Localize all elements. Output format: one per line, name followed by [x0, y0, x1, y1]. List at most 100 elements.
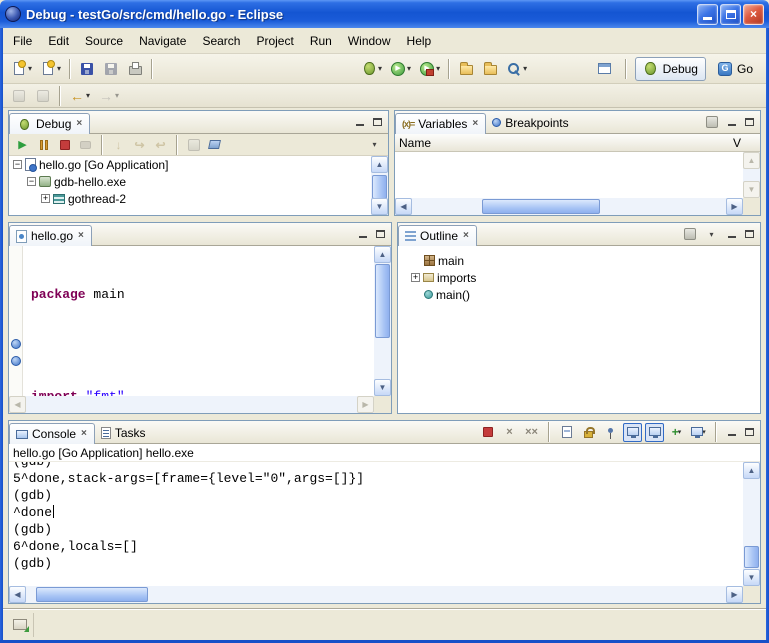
- scroll-down-icon[interactable]: ▼: [743, 569, 760, 586]
- step-into-button[interactable]: ↓: [109, 135, 128, 154]
- suspend-button[interactable]: [34, 135, 53, 154]
- maximize-view-button[interactable]: [370, 115, 385, 130]
- window-close-button[interactable]: ×: [743, 4, 764, 25]
- scroll-right-icon[interactable]: ▶: [726, 586, 743, 603]
- instruction-pointer-icon[interactable]: [11, 356, 21, 366]
- scrollbar-thumb[interactable]: [744, 546, 759, 568]
- step-filters-button[interactable]: [205, 135, 224, 154]
- scroll-lock-button[interactable]: [579, 423, 598, 442]
- tab-breakpoints[interactable]: Breakpoints: [486, 112, 574, 133]
- outline-item-imports[interactable]: + imports: [398, 269, 760, 286]
- menu-file[interactable]: File: [5, 31, 40, 51]
- code-line[interactable]: package main: [31, 286, 374, 303]
- run-launch-button[interactable]: ▶▾: [386, 58, 415, 80]
- column-value[interactable]: V: [733, 136, 741, 150]
- menu-search[interactable]: Search: [194, 31, 248, 51]
- scrollbar-thumb[interactable]: [36, 587, 148, 602]
- minimize-view-button[interactable]: [724, 227, 739, 242]
- maximize-view-button[interactable]: [742, 227, 757, 242]
- disconnect-button[interactable]: [76, 135, 95, 154]
- display-console-button[interactable]: +▾: [667, 423, 686, 442]
- window-maximize-button[interactable]: [720, 4, 741, 25]
- editor-vertical-scrollbar[interactable]: ▲ ▼: [374, 246, 391, 396]
- console-horizontal-scrollbar[interactable]: ◀ ▶: [9, 586, 760, 603]
- editor-horizontal-scrollbar[interactable]: ◀ ▶: [9, 396, 391, 413]
- remove-all-launches-button[interactable]: ××: [522, 423, 541, 442]
- scroll-down-icon[interactable]: ▼: [371, 198, 388, 215]
- scroll-up-icon[interactable]: ▲: [374, 246, 391, 263]
- clear-console-button[interactable]: [557, 423, 576, 442]
- terminate-console-button[interactable]: [478, 423, 497, 442]
- console-vertical-scrollbar[interactable]: ▲ ▼: [743, 462, 760, 586]
- scroll-left-icon[interactable]: ◀: [9, 586, 26, 603]
- resume-button[interactable]: ▶: [13, 135, 32, 154]
- code-line[interactable]: import "fmt": [31, 388, 374, 396]
- tab-close-icon[interactable]: ×: [471, 119, 479, 129]
- tab-variables[interactable]: (x)= Variables ×: [395, 113, 486, 134]
- show-stdout-button[interactable]: [623, 423, 642, 442]
- menu-window[interactable]: Window: [340, 31, 399, 51]
- next-annotation-button[interactable]: [7, 85, 31, 107]
- editor-marker-bar[interactable]: [9, 246, 23, 396]
- open-resource-button[interactable]: [454, 58, 478, 80]
- scroll-left-icon[interactable]: ◀: [395, 198, 412, 215]
- tab-console[interactable]: Console ×: [9, 423, 95, 444]
- back-button[interactable]: ←▾: [65, 85, 94, 107]
- external-tools-button[interactable]: ▶▾: [415, 58, 444, 80]
- variables-vertical-scrollbar[interactable]: ▲ ▼: [743, 152, 760, 198]
- column-name[interactable]: Name: [399, 136, 431, 150]
- scrollbar-thumb[interactable]: [375, 264, 390, 338]
- pin-console-button[interactable]: [601, 423, 620, 442]
- menu-edit[interactable]: Edit: [40, 31, 77, 51]
- maximize-view-button[interactable]: [742, 425, 757, 440]
- tab-editor-hello-go[interactable]: hello.go ×: [9, 225, 92, 246]
- step-over-button[interactable]: ↪: [130, 135, 149, 154]
- tab-close-icon[interactable]: ×: [75, 119, 83, 129]
- scrollbar-thumb[interactable]: [372, 175, 387, 199]
- debug-vertical-scrollbar[interactable]: ▲ ▼: [371, 156, 388, 215]
- scrollbar-thumb[interactable]: [482, 199, 600, 214]
- maximize-view-button[interactable]: [373, 227, 388, 242]
- expand-expander-icon[interactable]: +: [411, 273, 420, 282]
- breakpoint-marker-icon[interactable]: [11, 339, 21, 349]
- maximize-view-button[interactable]: [742, 115, 757, 130]
- open-file-button[interactable]: [478, 58, 502, 80]
- new-go-element-button[interactable]: ▾: [36, 58, 65, 80]
- scroll-right-icon[interactable]: ▶: [726, 198, 743, 215]
- tab-close-icon[interactable]: ×: [462, 231, 470, 241]
- menu-navigate[interactable]: Navigate: [131, 31, 194, 51]
- menu-help[interactable]: Help: [399, 31, 440, 51]
- save-all-button[interactable]: [99, 58, 123, 80]
- menu-source[interactable]: Source: [77, 31, 131, 51]
- scroll-down-icon[interactable]: ▼: [374, 379, 391, 396]
- tree-row[interactable]: − hello.go [Go Application]: [9, 156, 388, 173]
- collapse-all-button[interactable]: [702, 113, 721, 132]
- show-stderr-button[interactable]: [645, 423, 664, 442]
- collapse-expander-icon[interactable]: −: [13, 160, 22, 169]
- code-area[interactable]: package main import "fmt" func main() { …: [23, 246, 374, 396]
- console-output[interactable]: (gdb) 5^done,stack-args=[frame={level="0…: [9, 462, 743, 586]
- debug-launch-button[interactable]: ▾: [357, 58, 386, 80]
- collapse-expander-icon[interactable]: −: [27, 177, 36, 186]
- tree-row[interactable]: − gdb-hello.exe: [9, 173, 388, 190]
- terminate-button[interactable]: [55, 135, 74, 154]
- open-perspective-button[interactable]: [593, 58, 617, 80]
- debug-view-menu-button[interactable]: ▾: [365, 135, 384, 154]
- scroll-up-icon[interactable]: ▲: [371, 156, 388, 173]
- variables-horizontal-scrollbar[interactable]: ◀ ▶: [395, 198, 760, 215]
- expand-expander-icon[interactable]: +: [41, 194, 50, 203]
- tab-close-icon[interactable]: ×: [80, 429, 88, 439]
- tab-tasks[interactable]: Tasks: [95, 422, 152, 443]
- search-button[interactable]: ▾: [502, 58, 531, 80]
- window-minimize-button[interactable]: [697, 4, 718, 25]
- drop-to-frame-button[interactable]: [184, 135, 203, 154]
- outline-view-menu-button[interactable]: ▾: [702, 225, 721, 244]
- remove-launch-button[interactable]: ×: [500, 423, 519, 442]
- save-button[interactable]: [75, 58, 99, 80]
- perspective-debug-button[interactable]: Debug: [635, 57, 706, 81]
- step-return-button[interactable]: ↩: [151, 135, 170, 154]
- scroll-up-icon[interactable]: ▲: [743, 462, 760, 479]
- fast-view-icon[interactable]: [13, 619, 27, 630]
- tab-close-icon[interactable]: ×: [77, 231, 85, 241]
- outline-item-main-func[interactable]: main(): [398, 286, 760, 303]
